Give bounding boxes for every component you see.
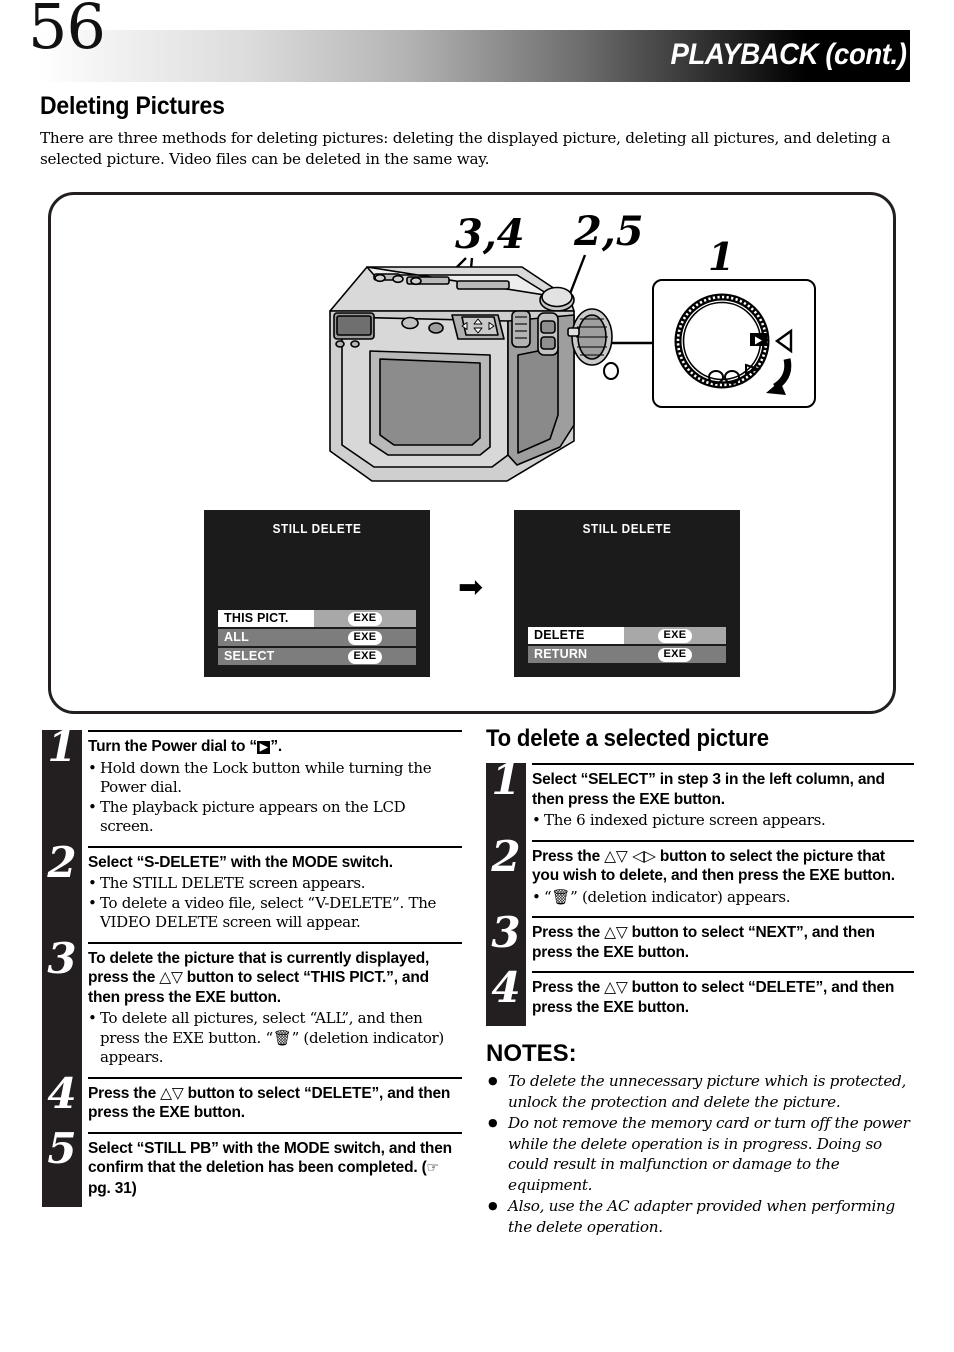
bullet: The STILL DELETE screen appears. [88, 874, 462, 894]
step-title: Press the △▽ button to select “DELETE”, … [532, 978, 895, 1016]
step-number: 2 [47, 837, 77, 887]
note-item: To delete the unnecessary picture which … [486, 1071, 914, 1112]
step-bullets: To delete all pictures, select “ALL”, an… [88, 1009, 462, 1068]
right-column-heading: To delete a selected picture [486, 725, 769, 752]
step-title: Press the △▽ button to select “DELETE”, … [88, 1083, 451, 1122]
right-steps: 1 Select “SELECT” in step 3 in the left … [486, 757, 914, 1026]
header-title: PLAYBACK (cont.) [670, 38, 906, 71]
lcd-menu-row-all[interactable]: ALL EXE [218, 629, 416, 646]
lcd-row-action[interactable]: EXE [314, 648, 416, 665]
exe-button[interactable]: EXE [657, 647, 693, 662]
lcd-menu: THIS PICT. EXE ALL EXE SELECT EXE [218, 610, 416, 667]
step-3: 3 To delete the picture that is currentl… [42, 935, 462, 1077]
selected-step-3: 3 Press the △▽ button to select “NEXT”, … [486, 910, 914, 971]
bullet: To delete a video file, select “V-DELETE… [88, 894, 462, 933]
note-item: Also, use the AC adapter provided when p… [486, 1196, 914, 1237]
step-number: 2 [491, 831, 521, 881]
step-title: Select “S-DELETE” with the MODE switch. [88, 853, 393, 871]
rotate-arrow [773, 358, 792, 390]
lcd-row-label: ALL [218, 629, 314, 646]
lcd-menu-row-delete[interactable]: DELETE EXE [528, 627, 726, 644]
step-number: 4 [491, 963, 521, 1012]
pointer-triangle [774, 328, 793, 354]
step-body: Press the △▽ button to select “DELETE”, … [88, 1076, 462, 1132]
note-item: Do not remove the memory card or turn of… [486, 1113, 914, 1195]
lcd-row-action[interactable]: EXE [314, 629, 416, 646]
page-header: PLAYBACK (cont.) [0, 30, 954, 82]
intro-paragraph: There are three methods for deleting pic… [40, 129, 891, 168]
lcd-menu: DELETE EXE RETURN EXE [528, 627, 726, 665]
selected-step-1: 1 Select “SELECT” in step 3 in the left … [486, 757, 914, 840]
step-body: Select “SELECT” in step 3 in the left co… [532, 763, 914, 840]
step-number: 3 [47, 933, 77, 983]
step-body: Press the △▽ button to select “DELETE”, … [532, 971, 914, 1026]
step-number: 1 [47, 722, 77, 771]
selected-step-2: 2 Press the △▽ ◁▷ button to select the p… [486, 833, 914, 917]
lcd-title: STILL DELETE [272, 522, 362, 536]
page-number: 56 [28, 0, 106, 63]
callout-label-2-5: 2,5 [574, 208, 644, 255]
exe-button[interactable]: EXE [657, 628, 693, 643]
step-title: Press the △▽ ◁▷ button to select the pic… [532, 846, 895, 885]
step-bullets: The STILL DELETE screen appears. To dele… [88, 874, 462, 933]
lcd-row-action[interactable]: EXE [624, 646, 726, 663]
callout-label-1: 1 [708, 234, 735, 279]
lcd-menu-row-this-pict[interactable]: THIS PICT. EXE [218, 610, 416, 627]
notes-heading: NOTES: [486, 1040, 577, 1067]
step-4: 4 Press the △▽ button to select “DELETE”… [42, 1070, 462, 1132]
bullet: The 6 indexed picture screen appears. [532, 811, 914, 831]
step-bullets: Hold down the Lock button while turning … [88, 759, 462, 837]
lcd-row-label: SELECT [218, 648, 314, 665]
step-number: 4 [47, 1068, 77, 1118]
step-title: Select “SELECT” in step 3 in the left co… [532, 771, 885, 808]
step-1: 1 Turn the Power dial to “▶”. Hold down … [42, 724, 462, 846]
bullet: “🗑” (deletion indicator) appears. [532, 888, 914, 908]
step-5: 5 Select “STILL PB” with the MODE switch… [42, 1125, 462, 1208]
step-body: Select “STILL PB” with the MODE switch, … [88, 1131, 462, 1208]
step-title: Turn the Power dial to “▶”. [88, 738, 283, 755]
step-body: Press the △▽ button to select “NEXT”, an… [532, 916, 914, 971]
exe-button[interactable]: EXE [347, 649, 383, 664]
step-body: Press the △▽ ◁▷ button to select the pic… [532, 839, 914, 917]
bullet: To delete all pictures, select “ALL”, an… [88, 1009, 462, 1068]
lcd-row-action[interactable]: EXE [624, 627, 726, 644]
exe-button[interactable]: EXE [347, 611, 383, 626]
flow-arrow-icon: ➡ [458, 571, 484, 604]
lcd-row-label: DELETE [528, 627, 624, 644]
lcd-row-label: RETURN [528, 646, 624, 663]
step-title: To delete the picture that is currently … [88, 949, 430, 1006]
step-number: 5 [47, 1123, 77, 1173]
step-bullets: The 6 indexed picture screen appears. [532, 811, 914, 831]
step-2: 2 Select “S-DELETE” with the MODE switch… [42, 839, 462, 942]
step-title: Select “STILL PB” with the MODE switch, … [88, 1139, 452, 1197]
right-instruction-column: To delete a selected picture 1 Select “S… [486, 725, 914, 1238]
step-title: Press the △▽ button to select “NEXT”, an… [532, 923, 875, 961]
lcd-title: STILL DELETE [582, 522, 672, 536]
selected-step-4: 4 Press the △▽ button to select “DELETE”… [486, 965, 914, 1026]
left-steps: 1 Turn the Power dial to “▶”. Hold down … [42, 724, 462, 1208]
lcd-screen-still-delete-1: STILL DELETE THIS PICT. EXE ALL EXE SELE… [204, 510, 430, 677]
power-dial-inset [652, 279, 816, 408]
lcd-row-label: THIS PICT. [218, 610, 314, 627]
step-body: Select “S-DELETE” with the MODE switch. … [88, 845, 462, 942]
step-number: 3 [491, 908, 521, 957]
step-bullets: “🗑” (deletion indicator) appears. [532, 888, 914, 908]
step-number: 1 [491, 755, 521, 804]
bullet: The playback picture appears on the LCD … [88, 798, 462, 837]
step-body: To delete the picture that is currently … [88, 941, 462, 1077]
camera-illustration [329, 266, 619, 482]
left-instruction-column: 1 Turn the Power dial to “▶”. Hold down … [42, 724, 462, 1208]
exe-button[interactable]: EXE [347, 630, 383, 645]
lcd-screen-still-delete-2: STILL DELETE DELETE EXE RETURN EXE [514, 510, 740, 677]
bullet: Hold down the Lock button while turning … [88, 759, 462, 798]
power-dial-diagram [674, 293, 793, 395]
page-title: Deleting Pictures [40, 92, 225, 120]
notes-list: To delete the unnecessary picture which … [486, 1071, 914, 1237]
lcd-menu-row-return[interactable]: RETURN EXE [528, 646, 726, 663]
callout-label-3-4: 3,4 [455, 211, 525, 258]
lcd-menu-row-select[interactable]: SELECT EXE [218, 648, 416, 665]
lcd-row-action[interactable]: EXE [314, 610, 416, 627]
step-body: Turn the Power dial to “▶”. Hold down th… [88, 730, 462, 846]
